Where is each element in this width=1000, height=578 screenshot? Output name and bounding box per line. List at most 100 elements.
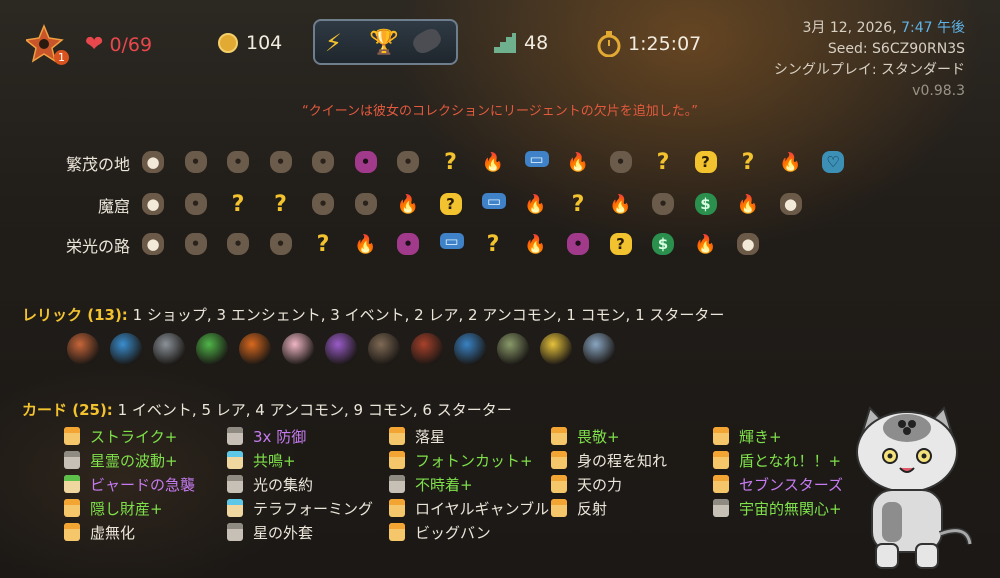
unknown-event-icon[interactable]: ?: [567, 192, 589, 217]
unknown-event-icon[interactable]: ?: [312, 232, 334, 257]
shuriken-icon[interactable]: [153, 333, 185, 365]
monster-icon[interactable]: •: [312, 193, 334, 215]
axe-icon[interactable]: [411, 333, 443, 365]
rest-site-icon[interactable]: 🔥: [524, 233, 546, 255]
bell-flower-icon[interactable]: [540, 333, 572, 365]
treasure-icon[interactable]: $: [694, 193, 717, 215]
card-entry[interactable]: 光の集約: [227, 473, 313, 495]
card-type-icon: [389, 451, 405, 469]
rest-site-icon[interactable]: 🔥: [694, 233, 716, 255]
ancient-icon[interactable]: ?: [694, 151, 717, 173]
card-name: ビャードの急襲: [90, 475, 196, 494]
card-entry[interactable]: 輝き+: [713, 425, 782, 447]
shop-icon[interactable]: ▭: [482, 192, 506, 210]
unknown-event-icon[interactable]: ?: [440, 150, 462, 175]
card-type-icon: [64, 427, 80, 445]
boss-icon[interactable]: ●: [737, 233, 759, 255]
unknown-event-icon[interactable]: ?: [270, 192, 292, 217]
monster-icon[interactable]: •: [609, 151, 632, 173]
elite-icon[interactable]: •: [567, 233, 589, 255]
unknown-event-icon[interactable]: ?: [227, 192, 249, 217]
monster-icon[interactable]: •: [269, 233, 292, 255]
card-type-icon: [227, 475, 243, 493]
card-entry[interactable]: 3x 防御: [227, 425, 306, 447]
rest-site-icon[interactable]: 🔥: [779, 151, 801, 173]
frog-icon[interactable]: [497, 333, 529, 365]
run-quote: “クイーンは彼女のコレクションにリージェントの欠片を追加した。”: [301, 104, 699, 119]
monster-icon[interactable]: •: [397, 151, 419, 173]
card-entry[interactable]: 不時着+: [389, 473, 473, 495]
card-name: 光の集約: [253, 475, 314, 494]
monster-icon[interactable]: •: [652, 193, 674, 215]
swirl-orb-icon[interactable]: [110, 333, 142, 365]
card-entry[interactable]: 身の程を知れ: [551, 449, 667, 471]
ancient-icon[interactable]: ?: [439, 193, 462, 215]
parrot-icon[interactable]: [196, 333, 228, 365]
ancient-icon[interactable]: ?: [609, 233, 632, 255]
unknown-event-icon[interactable]: ?: [737, 150, 759, 175]
shop-icon[interactable]: ▭: [439, 232, 464, 250]
card-entry[interactable]: 虚無化: [64, 521, 135, 543]
act-label: 魔窟: [97, 197, 130, 216]
monster-icon[interactable]: •: [269, 151, 292, 173]
dark-bomb-icon[interactable]: [409, 25, 445, 57]
character-portrait[interactable]: 1: [24, 24, 69, 65]
card-entry[interactable]: ビャードの急襲: [64, 473, 195, 495]
card-entry[interactable]: 共鳴+: [227, 449, 296, 471]
card-entry[interactable]: 星の外套: [227, 521, 313, 543]
voodoo-doll-icon[interactable]: [325, 333, 357, 365]
monster-icon[interactable]: •: [184, 233, 207, 255]
rest-site-icon[interactable]: 🔥: [609, 193, 631, 215]
elite-icon[interactable]: •: [397, 233, 419, 255]
pumpkin-icon[interactable]: [239, 333, 271, 365]
run-seed[interactable]: Seed: S6CZ90RN3S: [774, 39, 965, 60]
boss-icon[interactable]: ●: [142, 151, 164, 173]
rest-site-icon[interactable]: 🔥: [524, 193, 546, 215]
card-entry[interactable]: 宇宙的無関心+: [713, 497, 842, 519]
card-entry[interactable]: 落星: [389, 425, 445, 447]
burning-stone-icon[interactable]: [67, 333, 99, 365]
rest-site-icon[interactable]: 🔥: [482, 151, 504, 173]
rest-site-icon[interactable]: 🔥: [397, 193, 419, 215]
card-entry[interactable]: ビッグバン: [389, 521, 491, 543]
monster-icon[interactable]: •: [184, 151, 207, 173]
card-entry[interactable]: フォトンカット+: [389, 449, 533, 471]
lightning-quill-icon[interactable]: ⚡: [325, 29, 342, 57]
card-entry[interactable]: ストライク+: [64, 425, 177, 447]
boss-icon[interactable]: ●: [779, 193, 802, 215]
unknown-event-icon[interactable]: ?: [652, 150, 674, 175]
rest-site-icon[interactable]: 🔥: [737, 193, 759, 215]
unknown-event-icon[interactable]: ?: [482, 232, 504, 257]
card-entry[interactable]: 盾となれ！！+: [713, 449, 841, 471]
anchor-icon[interactable]: [454, 333, 486, 365]
boss-icon[interactable]: ●: [142, 233, 164, 255]
blue-boss-icon[interactable]: ♡: [822, 151, 844, 173]
monster-icon[interactable]: •: [354, 193, 377, 215]
timer-display: 1:25:07: [596, 31, 701, 57]
card-entry[interactable]: 星霊の波動+: [64, 449, 178, 471]
shop-icon[interactable]: ▭: [524, 150, 549, 168]
price-tag-icon[interactable]: [368, 333, 400, 365]
card-entry[interactable]: 隠し財産+: [64, 497, 163, 519]
hourglass-icon[interactable]: [583, 333, 615, 365]
rest-site-icon[interactable]: 🔥: [354, 233, 376, 255]
boss-icon[interactable]: ●: [142, 193, 164, 215]
card-name: 輝き+: [739, 427, 782, 446]
card-entry[interactable]: セブンスターズ: [713, 473, 843, 495]
rest-site-icon[interactable]: 🔥: [567, 151, 589, 173]
card-entry[interactable]: 畏敬+: [551, 425, 620, 447]
card-entry[interactable]: ロイヤルギャンブル: [389, 497, 549, 519]
quick-relic-bar[interactable]: ⚡ 🏆: [313, 19, 458, 65]
elite-icon[interactable]: •: [354, 151, 377, 173]
card-entry[interactable]: 天の力: [551, 473, 622, 495]
card-entry[interactable]: 反射: [551, 497, 607, 519]
monster-icon[interactable]: •: [312, 151, 334, 173]
monster-icon[interactable]: •: [184, 193, 207, 215]
treasure-icon[interactable]: $: [652, 233, 674, 255]
monster-icon[interactable]: •: [227, 233, 249, 255]
golden-trophy-icon[interactable]: 🏆: [369, 28, 399, 56]
card-type-icon: [713, 451, 729, 469]
monster-icon[interactable]: •: [227, 151, 249, 173]
card-entry[interactable]: テラフォーミング: [227, 497, 373, 519]
ice-cream-icon[interactable]: [282, 333, 314, 365]
